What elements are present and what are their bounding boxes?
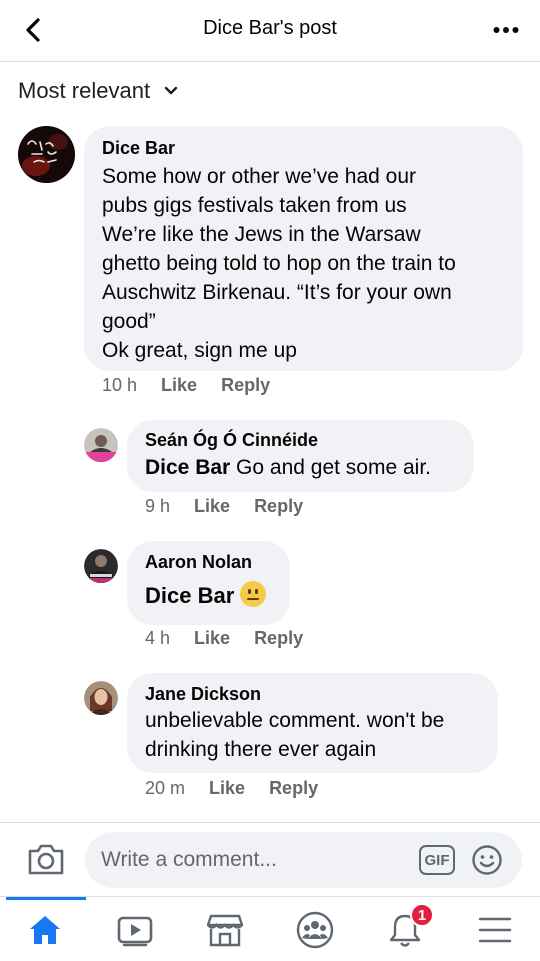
comment-bubble[interactable]: Aaron Nolan Dice Bar <box>127 541 290 625</box>
neutral-face-emoji <box>240 581 267 607</box>
sort-label: Most relevant <box>18 78 151 103</box>
comment-author[interactable]: Aaron Nolan <box>145 552 272 573</box>
avatar[interactable] <box>18 126 75 183</box>
comment-actions: 10 h Like Reply <box>102 375 294 396</box>
smiley-icon <box>472 845 502 875</box>
comment-text-body: Go and get some air. <box>230 456 432 479</box>
camera-button[interactable] <box>26 841 66 877</box>
comment-text: Dice Bar Go and get some air. <box>145 453 456 482</box>
comment-timestamp[interactable]: 4 h <box>145 628 170 649</box>
home-icon <box>30 915 60 944</box>
page-title: Dice Bar's post <box>203 17 337 39</box>
aaron-nolan-avatar-image <box>84 549 118 583</box>
comment-author[interactable]: Seán Óg Ó Cinnéide <box>145 430 456 451</box>
comment-bubble[interactable]: Seán Óg Ó Cinnéide Dice Bar Go and get s… <box>127 420 474 492</box>
comment-line: pubs gigs festivals taken from us <box>102 194 407 217</box>
dice-bar-avatar-image <box>18 126 75 183</box>
comment-author[interactable]: Dice Bar <box>102 138 505 159</box>
avatar[interactable] <box>84 549 118 583</box>
bottom-tab-bar: 1 <box>0 896 540 961</box>
camera-icon <box>28 844 64 875</box>
tab-marketplace[interactable] <box>180 897 270 961</box>
comment-actions: 4 h Like Reply <box>145 628 327 649</box>
comment-actions: 20 m Like Reply <box>145 778 342 799</box>
groups-icon <box>296 911 334 948</box>
reply-button[interactable]: Reply <box>254 628 303 649</box>
more-options-button[interactable] <box>486 12 526 48</box>
sean-og-avatar-image <box>84 428 118 462</box>
comment-text: Dice Bar <box>145 581 272 610</box>
comment-line: unbelievable comment. won't be <box>145 709 445 732</box>
comment-input[interactable] <box>101 832 401 888</box>
like-button[interactable]: Like <box>161 375 197 396</box>
comment-line: ghetto being told to hop on the train to <box>102 252 456 275</box>
comment-line: Auschwitz Birkenau. “It’s for your own <box>102 281 452 304</box>
comment-author[interactable]: Jane Dickson <box>145 684 480 705</box>
comment-line: Some how or other we’ve had our <box>102 165 417 188</box>
top-bar: Dice Bar's post <box>0 0 540 62</box>
mention-link[interactable]: Dice Bar <box>145 583 234 608</box>
reply-button[interactable]: Reply <box>221 375 270 396</box>
like-button[interactable]: Like <box>194 496 230 517</box>
comment-bubble[interactable]: Dice Bar Some how or other we’ve had our… <box>84 126 523 371</box>
notification-badge: 1 <box>410 903 434 927</box>
jane-dickson-avatar-image <box>84 681 118 715</box>
comment-timestamp[interactable]: 10 h <box>102 375 137 396</box>
tab-watch[interactable] <box>90 897 180 961</box>
tab-menu[interactable] <box>450 897 540 961</box>
gif-button[interactable]: GIF <box>419 845 455 875</box>
tab-groups[interactable] <box>270 897 360 961</box>
sort-dropdown[interactable]: Most relevant <box>18 78 178 104</box>
like-button[interactable]: Like <box>194 628 230 649</box>
avatar[interactable] <box>84 428 118 462</box>
tab-notifications[interactable]: 1 <box>360 897 450 961</box>
tab-home[interactable] <box>0 897 90 961</box>
comment-line: Ok great, sign me up <box>102 339 297 362</box>
mention-link[interactable]: Dice Bar <box>145 456 230 479</box>
like-button[interactable]: Like <box>209 778 245 799</box>
comment-line: drinking there ever again <box>145 738 377 761</box>
comment-composer: GIF <box>0 822 540 896</box>
more-horizontal-icon <box>493 27 519 33</box>
comment-actions: 9 h Like Reply <box>145 496 327 517</box>
comment-text: unbelievable comment. won't be drinking … <box>145 706 480 764</box>
comment-bubble[interactable]: Jane Dickson unbelievable comment. won't… <box>127 673 498 773</box>
comment-line: We’re like the Jews in the Warsaw <box>102 223 421 246</box>
chevron-down-icon <box>164 86 178 95</box>
comment-line: good” <box>102 310 156 333</box>
avatar[interactable] <box>84 681 118 715</box>
marketplace-icon <box>206 914 244 946</box>
watch-icon <box>117 916 153 946</box>
reply-button[interactable]: Reply <box>254 496 303 517</box>
comment-timestamp[interactable]: 9 h <box>145 496 170 517</box>
comment-text: Some how or other we’ve had our pubs gig… <box>102 162 505 365</box>
comment-input-box[interactable]: GIF <box>85 832 522 888</box>
comment-timestamp[interactable]: 20 m <box>145 778 185 799</box>
menu-icon <box>478 917 512 942</box>
emoji-button[interactable] <box>471 844 503 876</box>
reply-button[interactable]: Reply <box>269 778 318 799</box>
